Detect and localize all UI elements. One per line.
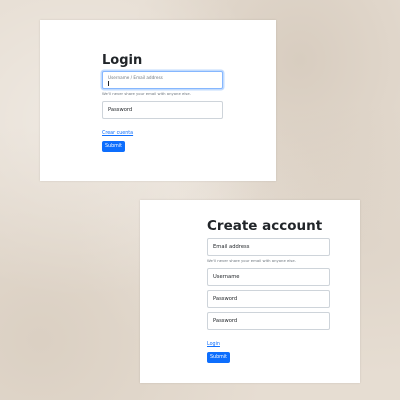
create-account-link[interactable]: Crear cuenta (102, 131, 133, 136)
create-account-title: Create account (207, 218, 323, 234)
confirm-password-placeholder: Password (213, 317, 238, 324)
username-input[interactable]: Username (207, 267, 330, 286)
email-placeholder: Email address (213, 243, 250, 250)
username-email-input[interactable]: Username / Email address (102, 71, 223, 89)
username-placeholder: Username (213, 273, 240, 280)
create-account-card: Create account Email address We'll never… (140, 200, 360, 383)
username-email-placeholder: Username / Email address (108, 74, 163, 80)
login-card: Login Username / Email address We'll nev… (40, 20, 276, 181)
login-password-input[interactable]: Password (102, 101, 223, 119)
login-email-help-text: We'll never share your email with anyone… (102, 91, 191, 96)
login-title: Login (102, 53, 143, 68)
text-caret (108, 80, 109, 86)
confirm-password-input[interactable]: Password (207, 311, 330, 330)
login-form: Login Username / Email address We'll nev… (102, 54, 223, 152)
email-input[interactable]: Email address (207, 237, 330, 256)
login-submit-button[interactable]: Submit (102, 141, 125, 152)
create-password-input[interactable]: Password (207, 289, 330, 308)
create-password-placeholder: Password (213, 295, 238, 302)
login-link[interactable]: Login (207, 342, 220, 347)
create-submit-button[interactable]: Submit (207, 351, 230, 363)
create-email-help-text: We'll never share your email with anyone… (207, 257, 296, 263)
login-password-placeholder: Password (108, 107, 133, 113)
create-account-form: Create account Email address We'll never… (207, 218, 330, 363)
